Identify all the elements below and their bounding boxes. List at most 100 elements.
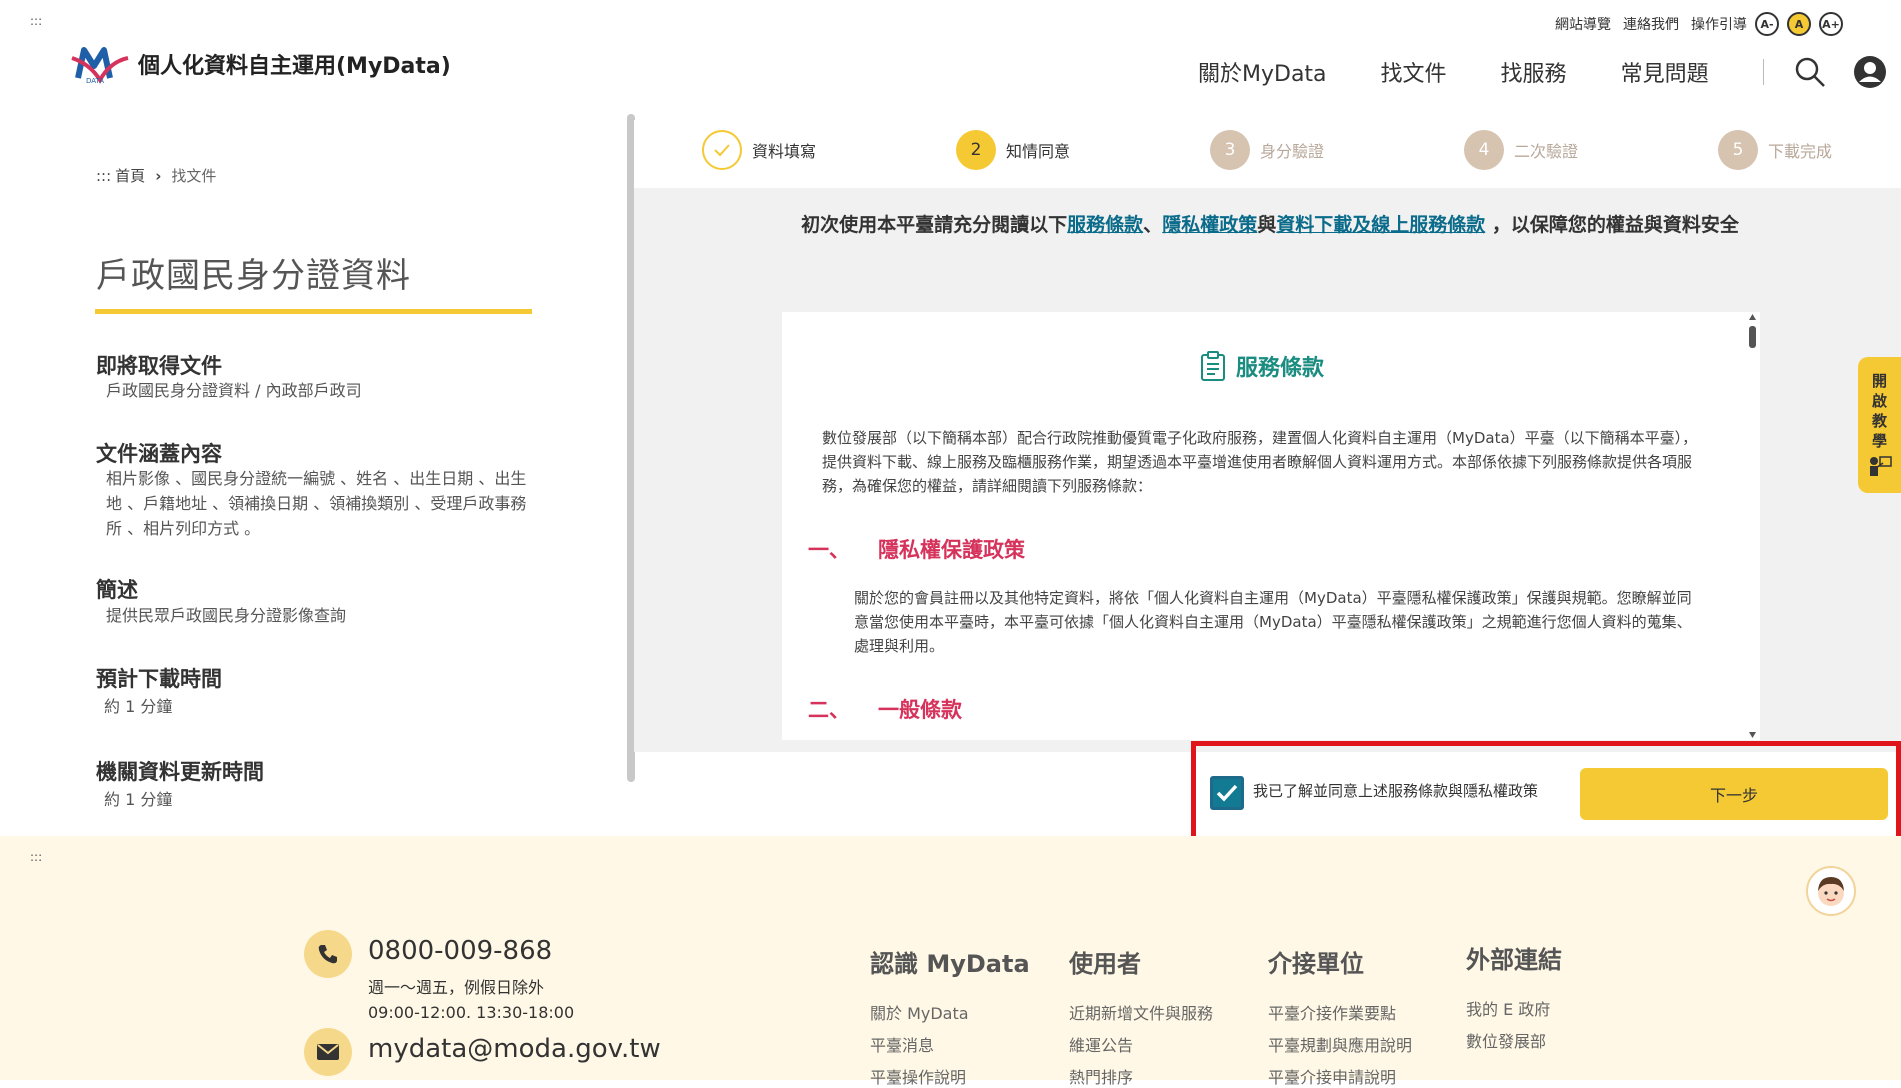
- privacy-policy-link[interactable]: 隱私權政策: [1162, 214, 1257, 236]
- step-5-label: 下載完成: [1768, 142, 1833, 161]
- main-nav: 關於MyData 找文件 找服務 常見問題: [1198, 52, 1890, 92]
- breadcrumb-separator: ›: [155, 166, 162, 185]
- assistant-avatar-icon[interactable]: [1806, 866, 1856, 916]
- nav-find-documents[interactable]: 找文件: [1381, 56, 1447, 88]
- footer-link-maintenance[interactable]: 維運公告: [1069, 1032, 1133, 1056]
- section-general-number: 二、: [808, 698, 850, 722]
- step-4-number: 4: [1464, 130, 1504, 170]
- nav-divider: [1762, 59, 1764, 85]
- font-small-button[interactable]: A-: [1755, 12, 1779, 36]
- checkmark-icon: [1216, 784, 1238, 802]
- user-account-icon[interactable]: [1850, 52, 1890, 92]
- section-text-document: 戶政國民身分證資料 / 內政部戶政司: [106, 381, 362, 400]
- step-2-label: 知情同意: [1006, 142, 1071, 161]
- nav-faq[interactable]: 常見問題: [1621, 56, 1709, 88]
- section-heading-download-time: 預計下載時間: [96, 667, 222, 691]
- access-marker: :::: [30, 14, 43, 28]
- next-button[interactable]: 下一步: [1580, 768, 1888, 820]
- footer-col-external-title: 外部連結: [1466, 946, 1562, 974]
- email-icon: [304, 1028, 352, 1076]
- contact-link[interactable]: 連絡我們: [1623, 14, 1679, 34]
- step-2: 2 知情同意: [956, 130, 1070, 170]
- footer-link-new-docs[interactable]: 近期新增文件與服務: [1069, 1000, 1213, 1024]
- footer-link-egov[interactable]: 我的 E 政府: [1466, 996, 1550, 1020]
- footer-link-news[interactable]: 平臺消息: [870, 1032, 934, 1056]
- footer-link-moda[interactable]: 數位發展部: [1466, 1028, 1546, 1052]
- section-privacy-heading: 一、 隱私權保護政策: [808, 534, 1025, 564]
- footer-hours-2: 09:00-12:00. 13:30-18:00: [368, 1003, 575, 1022]
- agree-label[interactable]: 我已了解並同意上述服務條款與隱私權政策: [1253, 780, 1538, 801]
- section-text-update-time: 約 1 分鐘: [104, 790, 173, 809]
- section-heading-contents: 文件涵蓋內容: [96, 442, 222, 466]
- breadcrumb-home[interactable]: 首頁: [115, 165, 145, 186]
- font-medium-button[interactable]: A: [1787, 12, 1811, 36]
- sitemap-link[interactable]: 網站導覽: [1555, 14, 1611, 34]
- download-terms-link[interactable]: 資料下載及線上服務條款: [1276, 214, 1485, 236]
- section-text-download-time: 約 1 分鐘: [104, 697, 173, 716]
- terms-of-service-link[interactable]: 服務條款: [1067, 214, 1143, 236]
- tutorial-tab[interactable]: 開 啟 教 學: [1858, 357, 1901, 493]
- footer-access-marker: :::: [30, 850, 43, 864]
- tutorial-char-2: 啟: [1871, 392, 1887, 410]
- footer-col-integrators-title: 介接單位: [1268, 950, 1364, 978]
- footer-col-about-title: 認識 MyData: [870, 950, 1030, 978]
- breadcrumb: ::: 首頁 › 找文件: [96, 165, 216, 186]
- footer-email[interactable]: mydata@moda.gov.tw: [368, 1034, 661, 1064]
- section-heading-update-time: 機關資料更新時間: [96, 760, 264, 784]
- footer-link-about-mydata[interactable]: 關於 MyData: [870, 1000, 969, 1024]
- guide-link[interactable]: 操作引導: [1691, 14, 1747, 34]
- step-1: 資料填寫: [702, 130, 816, 170]
- breadcrumb-current: 找文件: [171, 167, 217, 185]
- search-icon[interactable]: [1790, 52, 1830, 92]
- intro-suffix: ，以保障您的權益與資料安全: [1485, 214, 1739, 236]
- section-privacy-number: 一、: [808, 538, 850, 562]
- font-large-button[interactable]: A+: [1819, 12, 1843, 36]
- step-4: 4 二次驗證: [1464, 130, 1578, 170]
- teacher-icon: [1869, 456, 1892, 476]
- terms-heading: 服務條款: [1200, 350, 1324, 382]
- footer-hours-1: 週一～週五，例假日除外: [368, 978, 545, 997]
- footer-link-integration-rules[interactable]: 平臺介接作業要點: [1268, 1000, 1396, 1024]
- intro-sep-1: 、: [1143, 214, 1163, 236]
- terms-scrollbar[interactable]: [1745, 312, 1760, 740]
- section-heading-summary: 簡述: [96, 578, 138, 602]
- nav-about[interactable]: 關於MyData: [1198, 56, 1327, 88]
- step-5-number: 5: [1718, 130, 1758, 170]
- consent-intro: 初次使用本平臺請充分閱讀以下服務條款、隱私權政策與資料下載及線上服務條款 ，以保…: [770, 210, 1770, 240]
- section-text-contents: 相片影像 、國民身分證統一編號 、姓名 、出生日期 、出生地 、戶籍地址 、領補…: [106, 469, 527, 538]
- section-privacy-text: 關於您的會員註冊以及其他特定資料，將依「個人化資料自主運用（MyData）平臺隱…: [854, 589, 1692, 655]
- title-underline: [95, 309, 532, 314]
- tutorial-char-4: 學: [1871, 432, 1887, 450]
- step-4-label: 二次驗證: [1514, 142, 1579, 161]
- svg-text:DATA: DATA: [86, 77, 104, 84]
- utility-links: 網站導覽 連絡我們 操作引導 A- A A+: [1555, 12, 1843, 36]
- section-general-title: 一般條款: [878, 698, 962, 722]
- terms-paragraph: 數位發展部（以下簡稱本部）配合行政院推動優質電子化政府服務，建置個人化資料自主運…: [822, 429, 1698, 495]
- site-title: 個人化資料自主運用(MyData): [138, 54, 451, 79]
- footer-link-popular[interactable]: 熱門排序: [1069, 1064, 1133, 1088]
- section-privacy-title: 隱私權保護政策: [878, 538, 1025, 562]
- breadcrumb-marker: :::: [96, 166, 112, 185]
- step-3-number: 3: [1210, 130, 1250, 170]
- footer-link-guide[interactable]: 平臺操作說明: [870, 1064, 966, 1088]
- terms-bottom-fade: [782, 727, 1745, 740]
- nav-find-services[interactable]: 找服務: [1501, 56, 1567, 88]
- intro-sep-2: 與: [1257, 214, 1277, 236]
- tutorial-char-1: 開: [1871, 372, 1887, 390]
- agree-checkbox[interactable]: [1210, 776, 1244, 810]
- intro-prefix: 初次使用本平臺請充分閱讀以下: [801, 214, 1068, 236]
- document-title: 戶政國民身分證資料: [96, 256, 411, 296]
- footer-phone[interactable]: 0800-009-868: [368, 936, 552, 966]
- site-footer: ::: 0800-009-868 週一～週五，例假日除外 09:00-12:00…: [0, 836, 1901, 1087]
- footer-link-planning[interactable]: 平臺規劃與應用說明: [1268, 1032, 1412, 1056]
- section-heading-document: 即將取得文件: [96, 354, 222, 378]
- clipboard-icon: [1201, 351, 1225, 381]
- step-5: 5 下載完成: [1718, 130, 1832, 170]
- footer-col-users-title: 使用者: [1069, 950, 1141, 978]
- step-3: 3 身分驗證: [1210, 130, 1324, 170]
- site-logo[interactable]: DATA 個人化資料自主運用(MyData): [70, 44, 451, 84]
- footer-link-application[interactable]: 平臺介接申請說明: [1268, 1064, 1396, 1088]
- step-2-number: 2: [956, 130, 996, 170]
- mydata-logo-icon: DATA: [71, 47, 129, 84]
- phone-icon: [304, 930, 352, 978]
